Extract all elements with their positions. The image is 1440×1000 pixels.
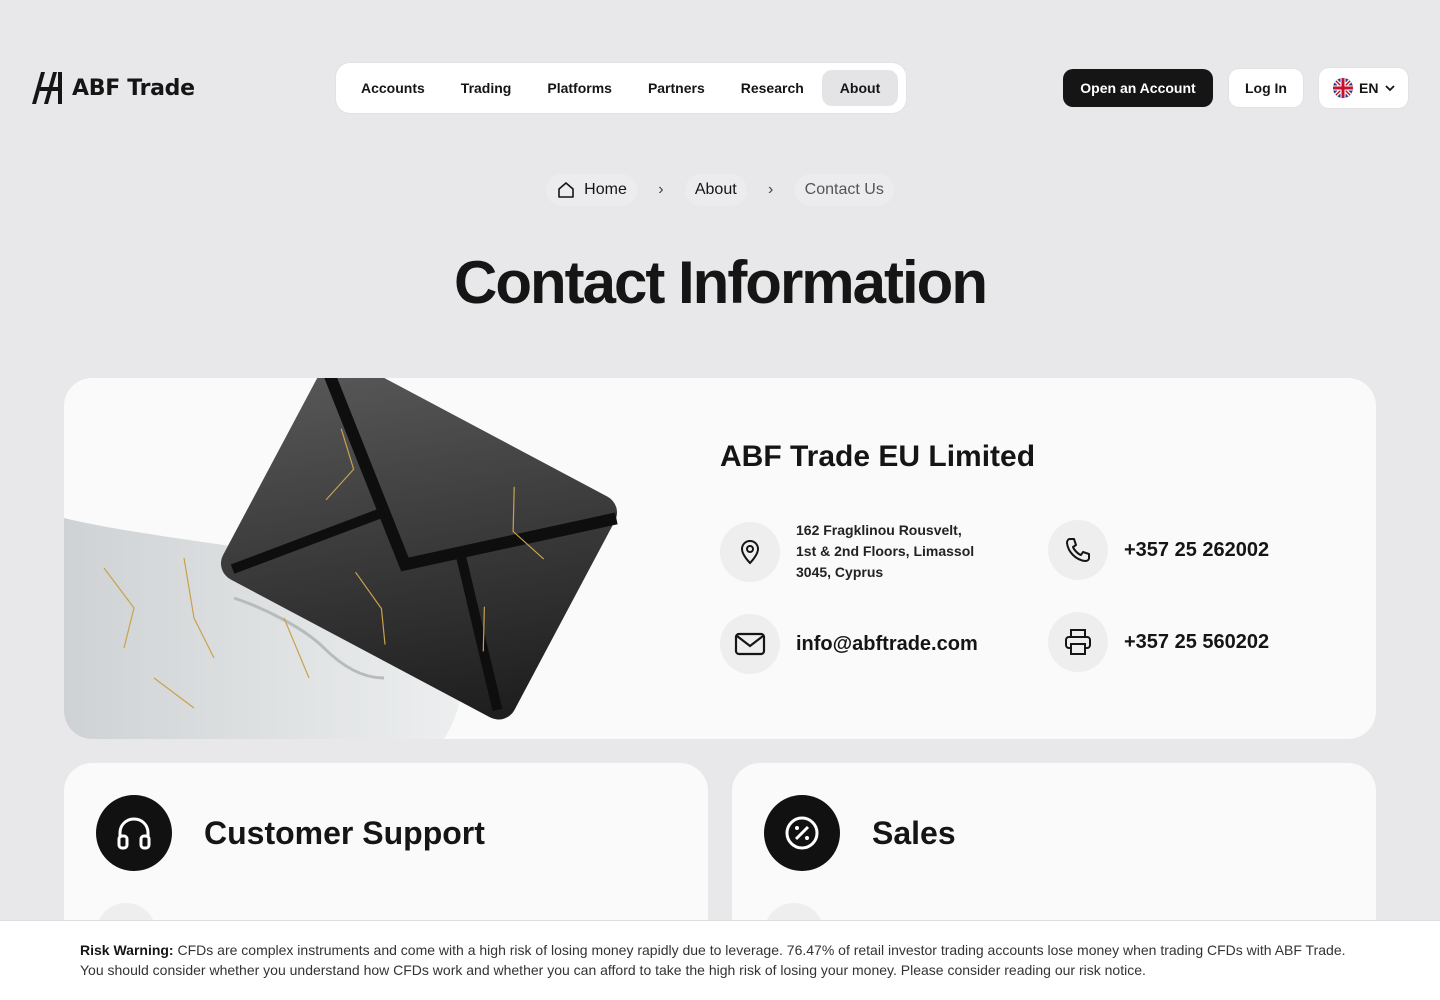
breadcrumb-separator-icon: › [768,181,774,198]
sales-title: Sales [872,815,956,851]
open-account-button[interactable]: Open an Account [1063,69,1213,107]
breadcrumb-home-label: Home [584,181,627,198]
printer-icon [1048,612,1108,672]
nav-trading[interactable]: Trading [443,70,530,106]
fax-block: +357 25 560202 [1048,612,1269,672]
company-contact-card: ABF Trade EU Limited 162 Fragklinou Rous… [64,378,1376,739]
breadcrumb-home[interactable]: Home [546,174,637,206]
mail-icon [720,614,780,674]
risk-warning-banner: Risk Warning: CFDs are complex instrumen… [0,920,1440,1000]
customer-support-title: Customer Support [204,815,485,851]
email-block: info@abftrade.com [720,614,978,674]
nav-research[interactable]: Research [723,70,822,106]
headphones-icon [96,795,172,871]
risk-warning-label: Risk Warning: [80,942,174,958]
company-name: ABF Trade EU Limited [720,440,1036,473]
language-label: EN [1359,80,1379,96]
breadcrumb: Home › About › Contact Us [0,174,1440,206]
address-block: 162 Fragklinou Rousvelt, 1st & 2nd Floor… [720,520,974,583]
language-selector[interactable]: EN [1319,68,1408,108]
company-address: 162 Fragklinou Rousvelt, 1st & 2nd Floor… [796,520,974,583]
address-line-2: 1st & 2nd Floors, Limassol [796,543,975,559]
nav-partners[interactable]: Partners [630,70,723,106]
stone-envelope-hand-illustration [64,378,618,739]
company-phone[interactable]: +357 25 262002 [1124,539,1269,562]
company-email[interactable]: info@abftrade.com [796,633,978,656]
nav-accounts[interactable]: Accounts [343,70,443,106]
breadcrumb-current: Contact Us [794,174,894,206]
address-line-3: 3045, Cyprus [796,564,884,580]
brand-name: ABF Trade [72,75,195,101]
nav-about[interactable]: About [821,70,899,106]
phone-icon [1048,520,1108,580]
location-pin-icon [720,521,780,582]
address-line-1: 162 Fragklinou Rousvelt, [796,522,962,538]
brand-logo[interactable]: ABF Trade [32,69,195,107]
nav-platforms[interactable]: Platforms [529,70,630,106]
home-icon [558,182,574,198]
company-fax[interactable]: +357 25 560202 [1124,631,1269,654]
chevron-down-icon [1385,85,1396,92]
uk-flag-icon [1333,78,1353,98]
breadcrumb-separator-icon: › [658,181,664,198]
main-nav: Accounts Trading Platforms Partners Rese… [336,63,906,113]
percent-badge-icon [764,795,840,871]
page-title: Contact Information [454,249,988,316]
login-button[interactable]: Log In [1229,69,1303,107]
abf-logo-icon [32,72,62,104]
phone-block: +357 25 262002 [1048,520,1269,580]
risk-warning-text: CFDs are complex instruments and come wi… [80,942,1346,978]
breadcrumb-about[interactable]: About [684,174,747,206]
